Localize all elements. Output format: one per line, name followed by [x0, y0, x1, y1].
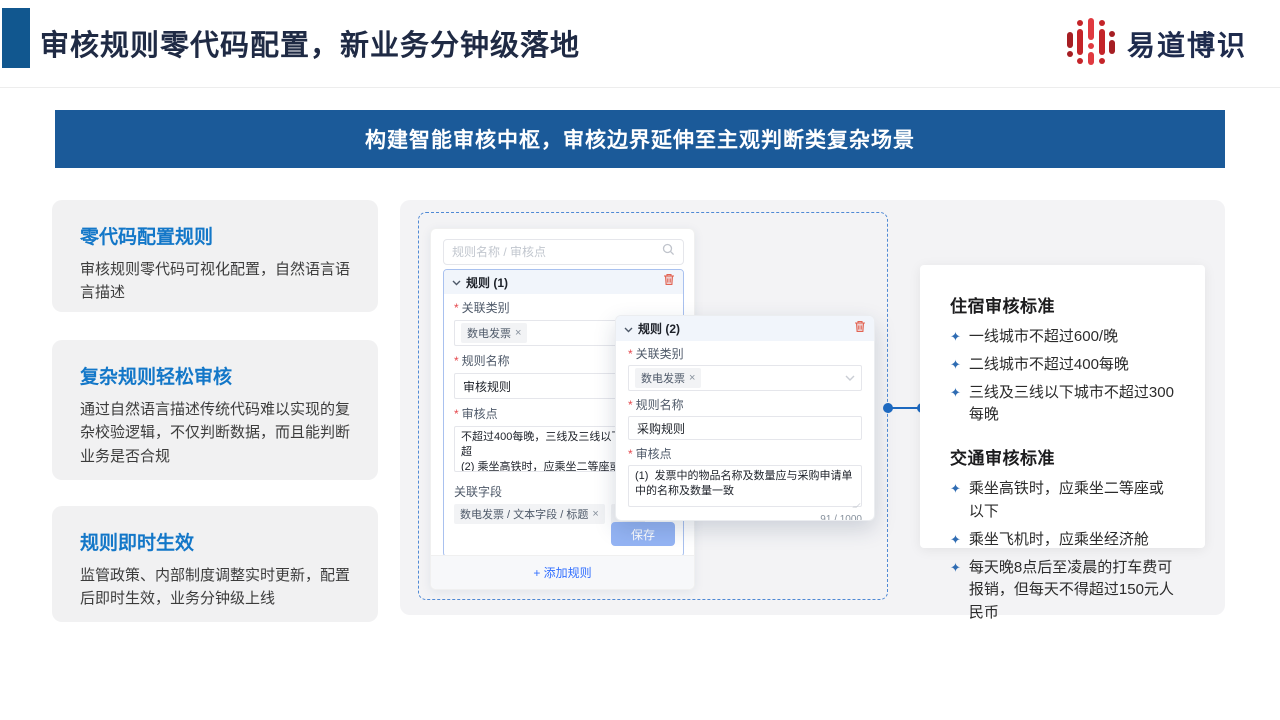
section-title: 交通审核标准	[950, 444, 1175, 469]
save-button[interactable]: 保存	[611, 522, 675, 546]
category-label: *关联类别	[454, 301, 673, 316]
audit-point-textarea-wrap: (1) 发票中的物品名称及数量应与采购申请单中的名称及数量一致	[628, 465, 862, 512]
transport-standards-section: 交通审核标准 ✦乘坐高铁时，应乘坐二等座或以下 ✦乘坐飞机时，应乘坐经济舱 ✦每…	[950, 444, 1175, 625]
required-icon: *	[628, 347, 633, 361]
list-item: ✦乘坐飞机时，应乘坐经济舱	[950, 529, 1175, 552]
rule-2-title: 规则 (2)	[638, 320, 849, 337]
char-counter: 91 / 1000	[628, 514, 862, 521]
trash-icon[interactable]	[663, 273, 675, 291]
feature-title: 零代码配置规则	[80, 222, 350, 249]
rule-2-body: *关联类别 数电发票× *规则名称 *审核点 (1) 发票中的物品名称及数量应与…	[616, 341, 874, 521]
rule-2-popup: 规则 (2) *关联类别 数电发票× *规则名称 *审核点 (1) 发票中的物品…	[615, 315, 875, 521]
trash-icon[interactable]	[854, 320, 866, 338]
required-icon: *	[628, 398, 633, 412]
audit-point-textarea[interactable]: (1) 发票中的物品名称及数量应与采购申请单中的名称及数量一致	[628, 465, 862, 507]
star-bullet-icon: ✦	[950, 326, 961, 349]
star-bullet-icon: ✦	[950, 354, 961, 377]
form-footer: + 添加规则	[431, 555, 694, 589]
audit-point-label: *审核点	[628, 447, 862, 462]
rule-name-label: *规则名称	[628, 398, 862, 413]
required-icon: *	[454, 301, 459, 315]
feature-desc: 通过自然语言描述传统代码难以实现的复杂校验逻辑，不仅判断数据，而且能判断业务是否…	[80, 398, 350, 468]
page-title: 审核规则零代码配置，新业务分钟级落地	[40, 22, 580, 64]
feature-card-complex-rules: 复杂规则轻松审核 通过自然语言描述传统代码难以实现的复杂校验逻辑，不仅判断数据，…	[52, 340, 378, 480]
rule-name-input[interactable]	[628, 416, 862, 440]
field-tag: 数电发票 / 文本字段 / 标题×	[454, 504, 605, 524]
star-bullet-icon: ✦	[950, 529, 961, 552]
required-icon: *	[628, 447, 633, 461]
company-logo: 易道博识	[1065, 15, 1247, 72]
banner-text: 构建智能审核中枢，审核边界延伸至主观判断类复杂场景	[365, 124, 915, 154]
section-banner: 构建智能审核中枢，审核边界延伸至主观判断类复杂场景	[55, 110, 1225, 168]
lodging-standards-section: 住宿审核标准 ✦一线城市不超过600/晚 ✦二线城市不超过400每晚 ✦三线及三…	[950, 292, 1175, 427]
select-chevron-icon[interactable]	[845, 369, 855, 387]
list-item: ✦二线城市不超过400每晚	[950, 354, 1175, 377]
feature-desc: 监管政策、内部制度调整实时更新，配置后即时生效，业务分钟级上线	[80, 564, 350, 611]
feature-title: 规则即时生效	[80, 528, 350, 555]
rule-1-header[interactable]: 规则 (1)	[444, 270, 683, 294]
star-bullet-icon: ✦	[950, 557, 961, 625]
tag-close-icon[interactable]: ×	[515, 327, 521, 339]
feature-card-instant-effect: 规则即时生效 监管政策、内部制度调整实时更新，配置后即时生效，业务分钟级上线	[52, 506, 378, 622]
list-item: ✦三线及三线以下城市不超过300每晚	[950, 382, 1175, 428]
category-label: *关联类别	[628, 347, 862, 362]
chevron-down-icon[interactable]	[452, 273, 461, 291]
section-title: 住宿审核标准	[950, 292, 1175, 317]
title-accent-bar	[2, 8, 30, 68]
connector-dot-left	[883, 403, 893, 413]
chevron-down-icon[interactable]	[624, 320, 633, 338]
feature-title: 复杂规则轻松审核	[80, 362, 350, 389]
rule-1-title: 规则 (1)	[466, 274, 658, 291]
audit-standards-card: 住宿审核标准 ✦一线城市不超过600/晚 ✦二线城市不超过400每晚 ✦三线及三…	[920, 265, 1205, 548]
required-icon: *	[454, 407, 459, 421]
slide: 审核规则零代码配置，新业务分钟级落地 易道博识	[0, 0, 1280, 720]
tag-close-icon[interactable]: ×	[689, 372, 695, 384]
header: 审核规则零代码配置，新业务分钟级落地 易道博识	[0, 0, 1280, 88]
rule-search-input[interactable]	[452, 245, 662, 259]
required-icon: *	[454, 354, 459, 368]
category-tag: 数电发票×	[635, 368, 701, 388]
rule-search-box[interactable]	[443, 239, 684, 265]
category-tag: 数电发票×	[461, 323, 527, 343]
tag-close-icon[interactable]: ×	[592, 508, 598, 520]
rule-2-header[interactable]: 规则 (2)	[616, 316, 874, 341]
feature-card-zero-code: 零代码配置规则 审核规则零代码可视化配置，自然语言语言描述	[52, 200, 378, 312]
list-item: ✦乘坐高铁时，应乘坐二等座或以下	[950, 478, 1175, 524]
list-item: ✦每天晚8点后至凌晨的打车费可报销，但每天不得超过150元人民币	[950, 557, 1175, 625]
star-bullet-icon: ✦	[950, 478, 961, 524]
category-select[interactable]: 数电发票×	[628, 365, 862, 391]
feature-desc: 审核规则零代码可视化配置，自然语言语言描述	[80, 258, 350, 305]
search-icon[interactable]	[662, 243, 675, 261]
add-rule-button[interactable]: + 添加规则	[533, 564, 591, 581]
logo-dots-icon	[1065, 15, 1117, 72]
star-bullet-icon: ✦	[950, 382, 961, 428]
list-item: ✦一线城市不超过600/晚	[950, 326, 1175, 349]
logo-text: 易道博识	[1127, 24, 1247, 64]
